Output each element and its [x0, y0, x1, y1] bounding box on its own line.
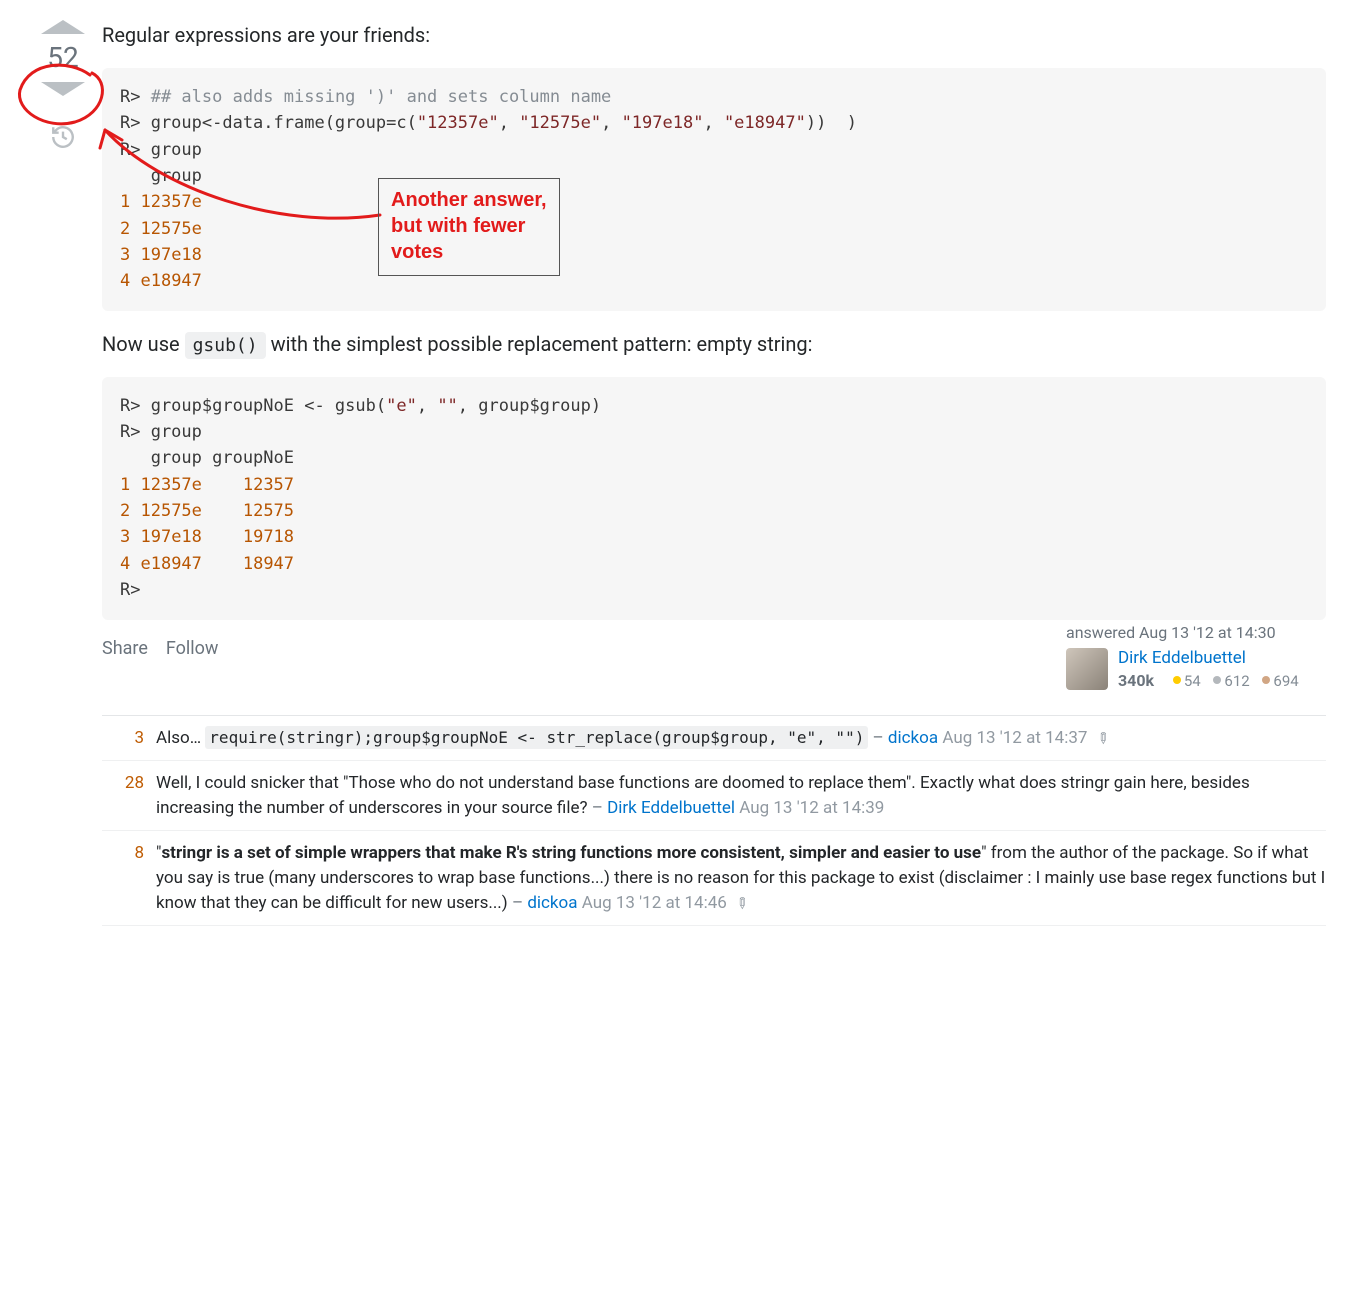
comment-inline-code: require(stringr);group$groupNoE <- str_r… — [205, 726, 868, 749]
silver-badge-count: 612 — [1224, 672, 1249, 690]
answered-time: answered Aug 13 '12 at 14:30 — [1066, 623, 1326, 642]
follow-link[interactable]: Follow — [166, 638, 219, 659]
comments-list: 3 Also… require(stringr);group$groupNoE … — [102, 715, 1326, 927]
code-block-2: R> group$groupNoE <- gsub("e", "", group… — [102, 377, 1326, 620]
code-block-1: R> ## also adds missing ')' and sets col… — [102, 68, 1326, 311]
downvote-button[interactable] — [41, 82, 85, 96]
edited-icon: ✎ — [1090, 726, 1114, 750]
avatar[interactable] — [1066, 648, 1108, 690]
comment-score: 28 — [102, 771, 156, 820]
comment-row: 3 Also… require(stringr);group$groupNoE … — [102, 716, 1326, 762]
mid-text: Now use gsub() with the simplest possibl… — [102, 329, 1326, 359]
bronze-badge-count: 694 — [1273, 672, 1298, 690]
gold-badge-icon — [1173, 676, 1181, 684]
inline-code-gsub: gsub() — [185, 332, 266, 359]
reputation: 340k — [1118, 671, 1154, 690]
comment-score: 8 — [102, 841, 156, 915]
user-name-link[interactable]: Dirk Eddelbuettel — [1118, 648, 1299, 668]
bronze-badge-icon — [1262, 676, 1270, 684]
comment-author-link[interactable]: dickoa — [888, 728, 938, 748]
comment-time: Aug 13 '12 at 14:37 — [942, 728, 1087, 748]
comment-author-link[interactable]: dickoa — [527, 893, 577, 913]
upvote-button[interactable] — [41, 20, 85, 34]
comment-row: 28 Well, I could snicker that "Those who… — [102, 761, 1326, 831]
vote-score: 52 — [47, 40, 78, 76]
intro-text: Regular expressions are your friends: — [102, 20, 1326, 50]
comment-author-link[interactable]: Dirk Eddelbuettel — [607, 798, 735, 818]
edited-icon: ✎ — [729, 891, 753, 915]
share-link[interactable]: Share — [102, 638, 148, 659]
timeline-icon[interactable] — [50, 124, 76, 155]
user-card: answered Aug 13 '12 at 14:30 Dirk Eddelb… — [1066, 623, 1326, 691]
vote-column: 52 — [24, 20, 102, 155]
silver-badge-icon — [1213, 676, 1221, 684]
gold-badge-count: 54 — [1184, 672, 1201, 690]
comment-time: Aug 13 '12 at 14:39 — [739, 798, 884, 818]
comment-row: 8 "stringr is a set of simple wrappers t… — [102, 831, 1326, 926]
answer-body: Regular expressions are your friends: R>… — [102, 20, 1326, 926]
comment-score: 3 — [102, 726, 156, 751]
comment-time: Aug 13 '12 at 14:46 — [582, 893, 727, 913]
